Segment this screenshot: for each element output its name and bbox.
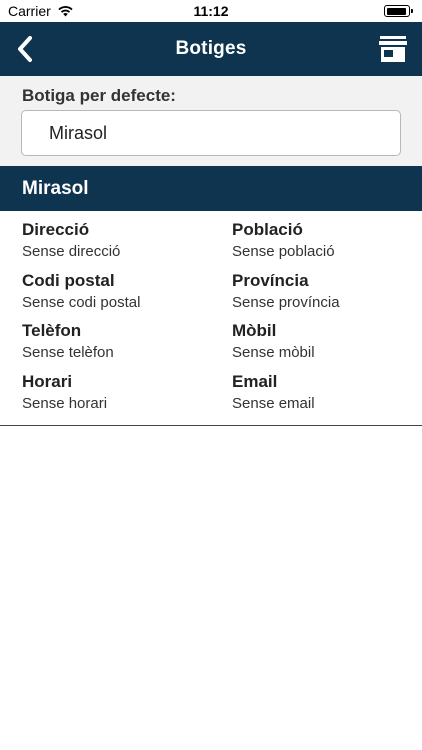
phone-value: Sense telèfon bbox=[22, 344, 114, 361]
wifi-icon bbox=[58, 6, 73, 17]
address-value: Sense direcció bbox=[22, 243, 121, 260]
hours-value: Sense horari bbox=[22, 395, 108, 412]
phone-label: Telèfon bbox=[22, 321, 82, 340]
email-label: Email bbox=[232, 372, 278, 391]
town-label: Població bbox=[232, 220, 303, 239]
phone-field: Telèfon Sense telèfon bbox=[22, 321, 212, 363]
default-store-selector[interactable]: Mirasol bbox=[21, 110, 401, 156]
hours-field: Horari Sense horari bbox=[22, 372, 212, 414]
mobile-value: Sense mòbil bbox=[232, 344, 315, 361]
address-field: Direcció Sense direcció bbox=[22, 220, 212, 262]
battery-level bbox=[386, 7, 406, 15]
postal-code-value: Sense codi postal bbox=[22, 294, 141, 311]
status-bar-left: Carrier bbox=[8, 3, 74, 19]
mobile-label: Mòbil bbox=[232, 321, 277, 340]
mobile-field: Mòbil Sense mòbil bbox=[232, 321, 422, 363]
address-label: Direcció bbox=[22, 220, 90, 239]
store-name-header: Mirasol bbox=[0, 166, 422, 211]
page-title: Botiges bbox=[175, 38, 247, 59]
default-store-label: Botiga per defecte: bbox=[22, 86, 176, 105]
carrier-label: Carrier bbox=[8, 3, 51, 19]
store-icon[interactable] bbox=[378, 35, 408, 63]
store-details: Direcció Sense direcció Població Sense p… bbox=[0, 211, 422, 426]
town-field: Població Sense població bbox=[232, 220, 422, 262]
province-label: Província bbox=[232, 271, 309, 290]
postal-code-field: Codi postal Sense codi postal bbox=[22, 271, 212, 313]
default-store-section: Botiga per defecte: Mirasol bbox=[0, 76, 422, 166]
province-field: Província Sense província bbox=[232, 271, 422, 313]
province-value: Sense província bbox=[232, 294, 340, 311]
back-button[interactable] bbox=[8, 32, 42, 66]
status-bar: Carrier 11:12 bbox=[0, 0, 422, 22]
email-value: Sense email bbox=[232, 395, 315, 412]
battery-icon bbox=[384, 5, 413, 17]
town-value: Sense població bbox=[232, 243, 335, 260]
chevron-left-icon bbox=[18, 36, 32, 62]
postal-code-label: Codi postal bbox=[22, 271, 115, 290]
hours-label: Horari bbox=[22, 372, 73, 391]
nav-bar: Botiges bbox=[0, 22, 422, 76]
email-field: Email Sense email bbox=[232, 372, 422, 414]
